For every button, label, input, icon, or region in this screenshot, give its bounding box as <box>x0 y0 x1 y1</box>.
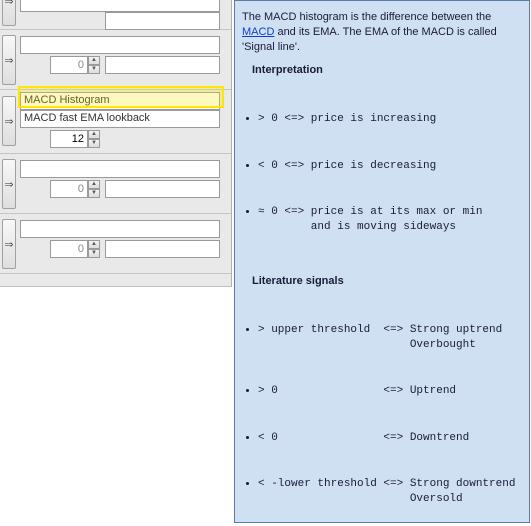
left-panel: ⇒ ⇒ ▲▼ ⇒ MACD Histogram MACD fast EMA lo… <box>0 0 232 300</box>
collapse-arrow-button[interactable]: ⇒ <box>2 219 16 269</box>
indicator-sub-field[interactable] <box>105 12 220 30</box>
indicator-title-field[interactable] <box>20 0 220 12</box>
heading-interpretation: Interpretation <box>252 63 522 78</box>
arrow-right-icon: ⇒ <box>4 238 13 251</box>
help-tooltip: The MACD histogram is the difference bet… <box>234 0 530 523</box>
indicator-row: ⇒ ▲▼ <box>0 30 231 90</box>
list-item: > 0 <=> price is increasing <box>258 112 522 127</box>
spinner-down-icon[interactable]: ▼ <box>88 65 100 74</box>
literature-list: > upper threshold <=> Strong uptrend Ove… <box>242 292 522 523</box>
spinner-input[interactable] <box>50 240 88 258</box>
spinner-down-icon[interactable]: ▼ <box>88 249 100 258</box>
arrow-right-icon: ⇒ <box>4 115 13 128</box>
list-item: > 0 <=> Uptrend <box>258 384 522 399</box>
macd-lookback-spinner[interactable]: ▲▼ <box>50 130 100 148</box>
tooltip-intro: The MACD histogram is the difference bet… <box>242 10 522 55</box>
arrow-right-icon: ⇒ <box>4 0 13 8</box>
macd-title-field[interactable]: MACD Histogram <box>20 92 220 110</box>
spinner-up-icon[interactable]: ▲ <box>88 180 100 189</box>
macd-link[interactable]: MACD <box>242 26 274 38</box>
indicator-title-field[interactable] <box>20 160 220 178</box>
indicator-row-macd: ⇒ MACD Histogram MACD fast EMA lookback … <box>0 90 231 154</box>
list-item: < 0 <=> price is decreasing <box>258 159 522 174</box>
empty-area <box>0 286 232 526</box>
arrow-right-icon: ⇒ <box>4 178 13 191</box>
value-spinner[interactable]: ▲▼ <box>50 180 100 198</box>
interpretation-list: > 0 <=> price is increasing < 0 <=> pric… <box>242 81 522 265</box>
indicator-row: ⇒ <box>0 0 231 30</box>
indicator-row: ⇒ ▲▼ <box>0 214 231 274</box>
spinner-down-icon[interactable]: ▼ <box>88 139 100 148</box>
arrow-right-icon: ⇒ <box>4 54 13 67</box>
macd-lookback-label: MACD fast EMA lookback <box>20 110 220 128</box>
spinner-up-icon[interactable]: ▲ <box>88 130 100 139</box>
intro-text-a: The MACD histogram is the difference bet… <box>242 11 491 23</box>
value-spinner[interactable]: ▲▼ <box>50 240 100 258</box>
spinner-down-icon[interactable]: ▼ <box>88 189 100 198</box>
intro-text-b: and its EMA. The EMA of the MACD is call… <box>242 26 497 53</box>
indicator-row: ⇒ ▲▼ <box>0 154 231 214</box>
list-item: > upper threshold <=> Strong uptrend Ove… <box>258 323 522 353</box>
spinner-input[interactable] <box>50 130 88 148</box>
list-item: < -lower threshold <=> Strong downtrend … <box>258 477 522 507</box>
indicator-sub-field[interactable] <box>105 240 220 258</box>
spinner-input[interactable] <box>50 56 88 74</box>
heading-literature: Literature signals <box>252 274 522 289</box>
collapse-arrow-button[interactable]: ⇒ <box>2 35 16 85</box>
collapse-arrow-button[interactable]: ⇒ <box>2 96 16 146</box>
indicator-title-field[interactable] <box>20 220 220 238</box>
spinner-up-icon[interactable]: ▲ <box>88 56 100 65</box>
indicator-sub-field[interactable] <box>105 180 220 198</box>
spinner-input[interactable] <box>50 180 88 198</box>
indicator-title-field[interactable] <box>20 36 220 54</box>
collapse-arrow-button[interactable]: ⇒ <box>2 0 16 26</box>
spinner-up-icon[interactable]: ▲ <box>88 240 100 249</box>
field-text: MACD fast EMA lookback <box>24 112 150 124</box>
collapse-arrow-button[interactable]: ⇒ <box>2 159 16 209</box>
field-text: MACD Histogram <box>24 94 110 106</box>
indicator-sub-field[interactable] <box>105 56 220 74</box>
value-spinner[interactable]: ▲▼ <box>50 56 100 74</box>
list-item: ≈ 0 <=> price is at its max or min and i… <box>258 205 522 235</box>
list-item: < 0 <=> Downtrend <box>258 431 522 446</box>
